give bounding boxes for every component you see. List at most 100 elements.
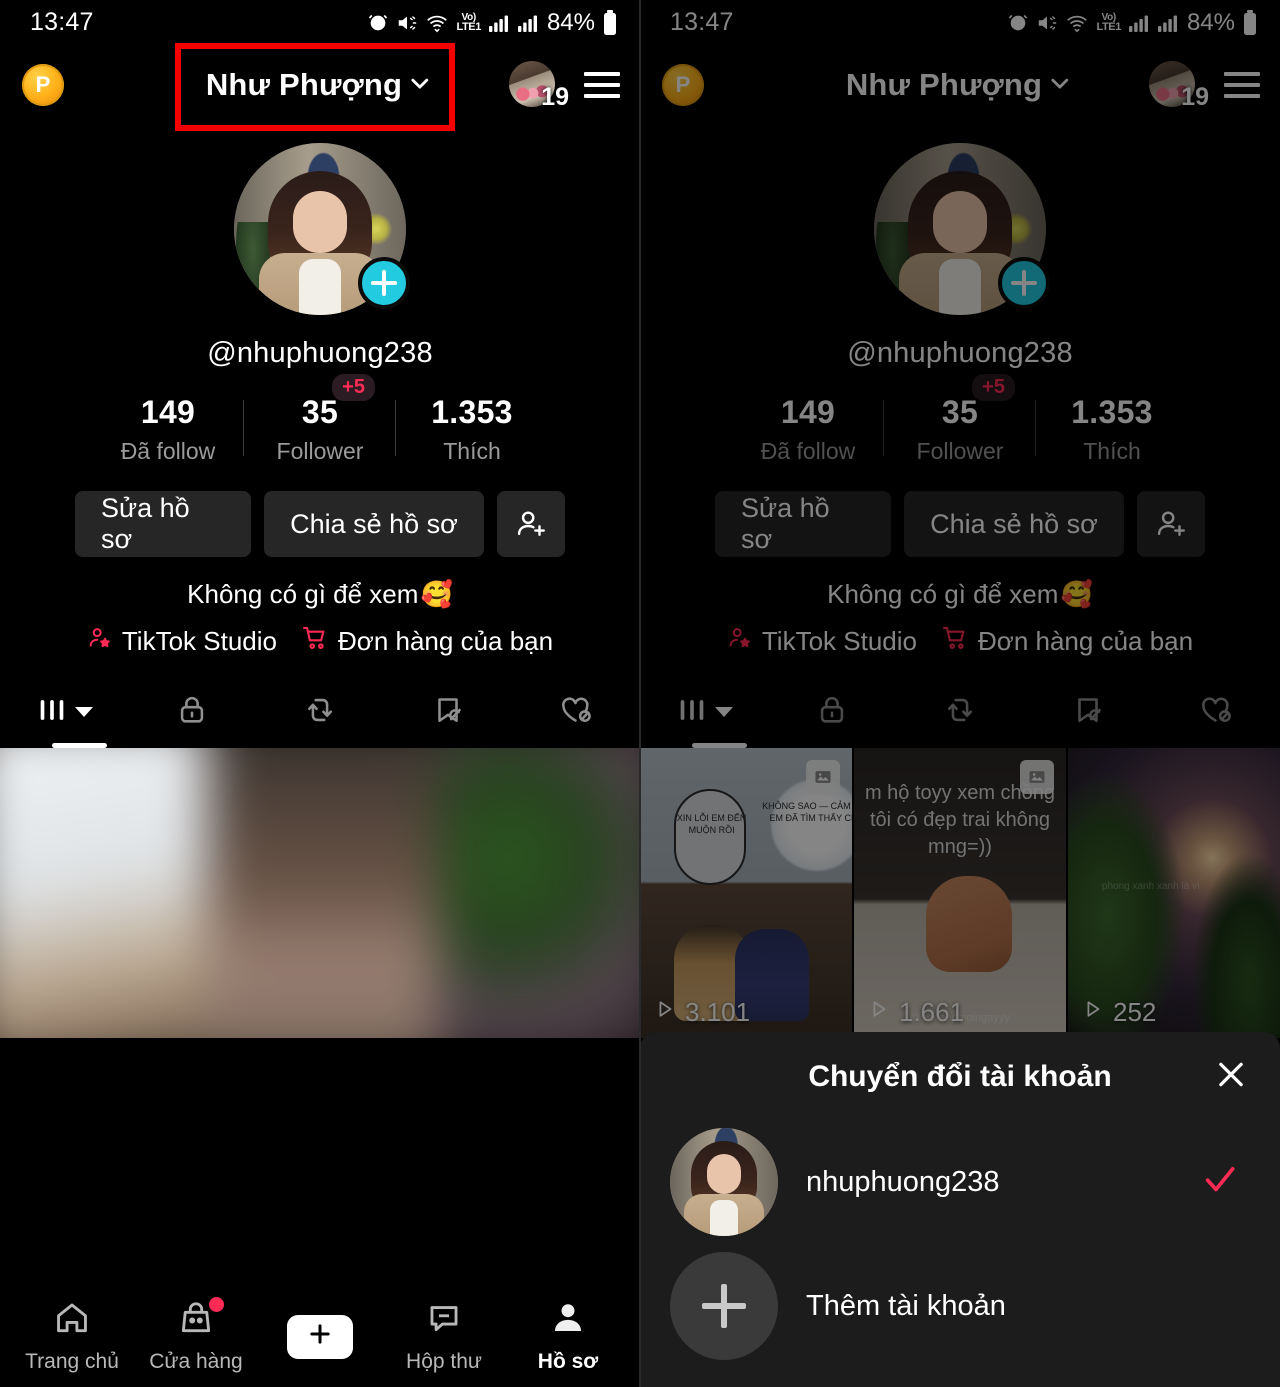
share-profile-button[interactable]: Chia sẻ hồ sơ bbox=[264, 491, 484, 557]
profile-bio[interactable]: Không có gì để xem 🥰 bbox=[827, 579, 1093, 610]
play-count-value: 1.661 bbox=[899, 997, 965, 1027]
signal-icon bbox=[488, 13, 510, 33]
tab-saved[interactable] bbox=[384, 681, 512, 743]
heart-hidden-icon bbox=[558, 693, 594, 732]
hamburger-menu-icon[interactable] bbox=[584, 72, 620, 98]
profile-links: TikTok Studio Đơn hàng của bạn bbox=[727, 624, 1193, 659]
tiktok-studio-link[interactable]: TikTok Studio bbox=[87, 625, 277, 658]
shopping-cart-icon bbox=[941, 624, 969, 659]
create-plus-icon[interactable] bbox=[281, 1314, 359, 1359]
account-switch-title-button[interactable]: Như Phượng bbox=[846, 67, 1074, 103]
chevron-down-icon bbox=[1046, 69, 1074, 102]
profile-picture-wrap[interactable] bbox=[234, 143, 410, 315]
friends-avatar-button[interactable]: 19 bbox=[509, 61, 569, 110]
inbox-icon bbox=[425, 1299, 463, 1342]
app-bar: P Như Phượng 19 bbox=[0, 45, 640, 125]
stat-label: Thích bbox=[1083, 438, 1141, 464]
tab-reposts[interactable] bbox=[896, 681, 1024, 743]
tab-posts[interactable] bbox=[0, 681, 128, 743]
stat-following[interactable]: 149 Đã follow bbox=[92, 394, 244, 465]
plus-icon bbox=[670, 1252, 778, 1360]
play-icon bbox=[654, 997, 676, 1028]
profile-actions: Sửa hồ sơ Chia sẻ hồ sơ bbox=[75, 491, 565, 557]
profile-picture-wrap[interactable] bbox=[874, 143, 1050, 315]
volte-icon: Vo) LTE1 bbox=[456, 11, 481, 33]
link-label: Đơn hàng của bạn bbox=[338, 626, 554, 656]
stat-label: Follower bbox=[276, 438, 364, 464]
hamburger-menu-icon[interactable] bbox=[1224, 72, 1260, 98]
play-count-value: 3.101 bbox=[685, 997, 751, 1027]
phone-screen-right: 13:47 Vo) LTE1 84% P Như Phượng 19 @nhup… bbox=[640, 0, 1280, 1387]
tiktok-studio-link[interactable]: TikTok Studio bbox=[727, 625, 917, 658]
sheet-header: Chuyển đổi tài khoản bbox=[640, 1032, 1280, 1122]
tab-saved[interactable] bbox=[1024, 681, 1152, 743]
stat-value: 149 bbox=[780, 394, 836, 430]
studio-person-star-icon bbox=[727, 625, 753, 658]
nav-home[interactable]: Trang chủ bbox=[14, 1299, 130, 1374]
status-bar: 13:47 Vo) LTE1 84% bbox=[640, 0, 1280, 45]
tab-private[interactable] bbox=[128, 681, 256, 743]
tab-private[interactable] bbox=[768, 681, 896, 743]
add-profile-plus-button[interactable] bbox=[358, 257, 410, 309]
video-thumbnail[interactable]: m hộ toyy xem chồng tôi có đẹp trai khôn… bbox=[854, 748, 1066, 1038]
bookmark-hidden-icon bbox=[431, 693, 465, 732]
profile-bio-text: Không có gì để xem bbox=[827, 579, 1059, 609]
status-bar-icons: Vo) LTE1 84% bbox=[367, 9, 618, 37]
alarm-icon bbox=[1007, 12, 1029, 34]
stat-likes[interactable]: 1.353 Thích bbox=[396, 394, 548, 465]
app-bar: P Như Phượng 19 bbox=[640, 45, 1280, 125]
bio-emoji: 🥰 bbox=[420, 579, 453, 609]
coin-icon[interactable]: P bbox=[22, 64, 64, 106]
nav-inbox[interactable]: Hộp thư bbox=[386, 1299, 502, 1374]
share-profile-button[interactable]: Chia sẻ hồ sơ bbox=[904, 491, 1124, 557]
profile-bio[interactable]: Không có gì để xem 🥰 bbox=[187, 579, 453, 610]
repost-icon bbox=[943, 693, 977, 732]
chevron-down-icon bbox=[75, 707, 93, 717]
edit-profile-button[interactable]: Sửa hồ sơ bbox=[715, 491, 891, 557]
profile-tabs bbox=[0, 681, 640, 743]
stat-following[interactable]: 149 Đã follow bbox=[732, 394, 884, 465]
signal-icon bbox=[1128, 13, 1150, 33]
your-orders-link[interactable]: Đơn hàng của bạn bbox=[301, 624, 553, 659]
tab-reposts[interactable] bbox=[256, 681, 384, 743]
status-bar-time: 13:47 bbox=[30, 8, 94, 36]
edit-profile-button[interactable]: Sửa hồ sơ bbox=[75, 491, 251, 557]
add-person-icon[interactable] bbox=[1137, 491, 1205, 557]
your-orders-link[interactable]: Đơn hàng của bạn bbox=[941, 624, 1193, 659]
stat-value: 1.353 bbox=[431, 394, 513, 430]
new-followers-badge: +5 bbox=[972, 374, 1015, 401]
friends-avatar-button[interactable]: 19 bbox=[1149, 61, 1209, 110]
video-thumbnail[interactable]: phong xanh xanh là vì 252 bbox=[1068, 748, 1280, 1038]
coin-icon[interactable]: P bbox=[662, 64, 704, 106]
stat-likes[interactable]: 1.353 Thích bbox=[1036, 394, 1188, 465]
nav-label: Hồ sơ bbox=[537, 1350, 599, 1373]
nav-shop[interactable]: Cửa hàng bbox=[138, 1297, 254, 1374]
stat-followers[interactable]: +5 35 Follower bbox=[884, 374, 1036, 465]
account-switch-title-button[interactable]: Như Phượng bbox=[206, 67, 434, 103]
add-profile-plus-button[interactable] bbox=[998, 257, 1050, 309]
tab-liked[interactable] bbox=[512, 681, 640, 743]
shopping-cart-icon bbox=[301, 624, 329, 659]
bio-emoji: 🥰 bbox=[1060, 579, 1093, 609]
account-list-item[interactable]: nhuphuong238 bbox=[640, 1122, 1280, 1242]
tab-posts[interactable] bbox=[640, 681, 768, 743]
stat-label: Follower bbox=[916, 438, 1004, 464]
nav-create[interactable] bbox=[262, 1314, 378, 1359]
add-person-icon[interactable] bbox=[497, 491, 565, 557]
mute-icon bbox=[1036, 12, 1058, 34]
video-grid-blurred[interactable] bbox=[0, 748, 640, 1038]
check-icon bbox=[1200, 1160, 1240, 1205]
lock-icon bbox=[815, 693, 849, 732]
profile-section: @nhuphuong238 149 Đã follow +5 35 Follow… bbox=[0, 125, 640, 748]
app-bar-right: 19 bbox=[1149, 61, 1260, 110]
link-label: Đơn hàng của bạn bbox=[978, 626, 1194, 656]
new-followers-badge: +5 bbox=[332, 374, 375, 401]
profile-handle: @nhuphuong238 bbox=[207, 337, 433, 369]
stat-followers[interactable]: +5 35 Follower bbox=[244, 374, 396, 465]
add-account-item[interactable]: Thêm tài khoản bbox=[640, 1242, 1280, 1370]
profile-section: @nhuphuong238 149 Đã follow +5 35 Follow… bbox=[640, 125, 1280, 748]
close-icon[interactable] bbox=[1212, 1056, 1250, 1099]
video-thumbnail[interactable]: XIN LỖI EM ĐẾN MUỘN RỒI KHÔNG SAO — CẢM … bbox=[640, 748, 852, 1038]
tab-liked[interactable] bbox=[1152, 681, 1280, 743]
nav-profile[interactable]: Hồ sơ bbox=[510, 1299, 626, 1374]
